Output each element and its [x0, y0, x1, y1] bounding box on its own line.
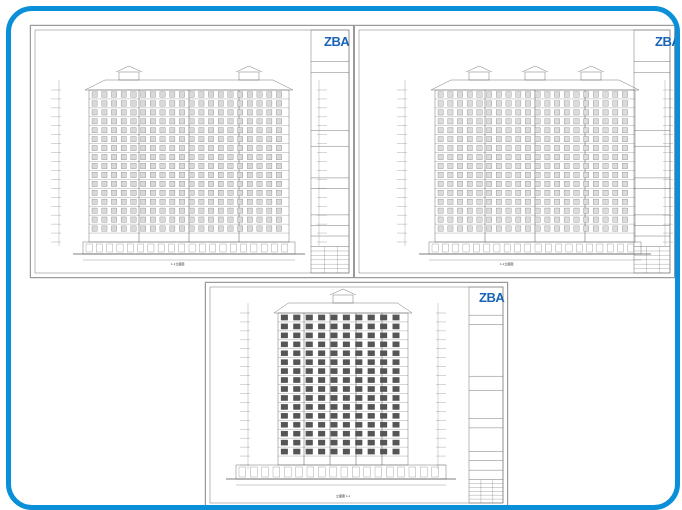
image-frame: ZBA 1-1立面图 ZBA 1-1立面图 ZBA 立面图 1-1	[6, 6, 680, 510]
elevation-label: 立面图 1-1	[336, 494, 351, 498]
drawing-sheet-top-left[interactable]: ZBA 1-1立面图	[30, 25, 354, 278]
elevation-drawing	[34, 29, 350, 274]
drawing-sheet-top-right[interactable]: ZBA 1-1立面图	[354, 25, 675, 278]
zba-logo: ZBA	[655, 34, 680, 49]
zba-logo: ZBA	[479, 290, 505, 305]
elevation-drawing	[358, 29, 673, 274]
elevation-drawing	[209, 286, 504, 504]
elevation-label: 1-1立面图	[500, 262, 514, 266]
zba-logo: ZBA	[324, 34, 350, 49]
drawing-sheet-bottom[interactable]: ZBA 立面图 1-1	[205, 282, 508, 505]
elevation-label: 1-1立面图	[171, 262, 185, 266]
